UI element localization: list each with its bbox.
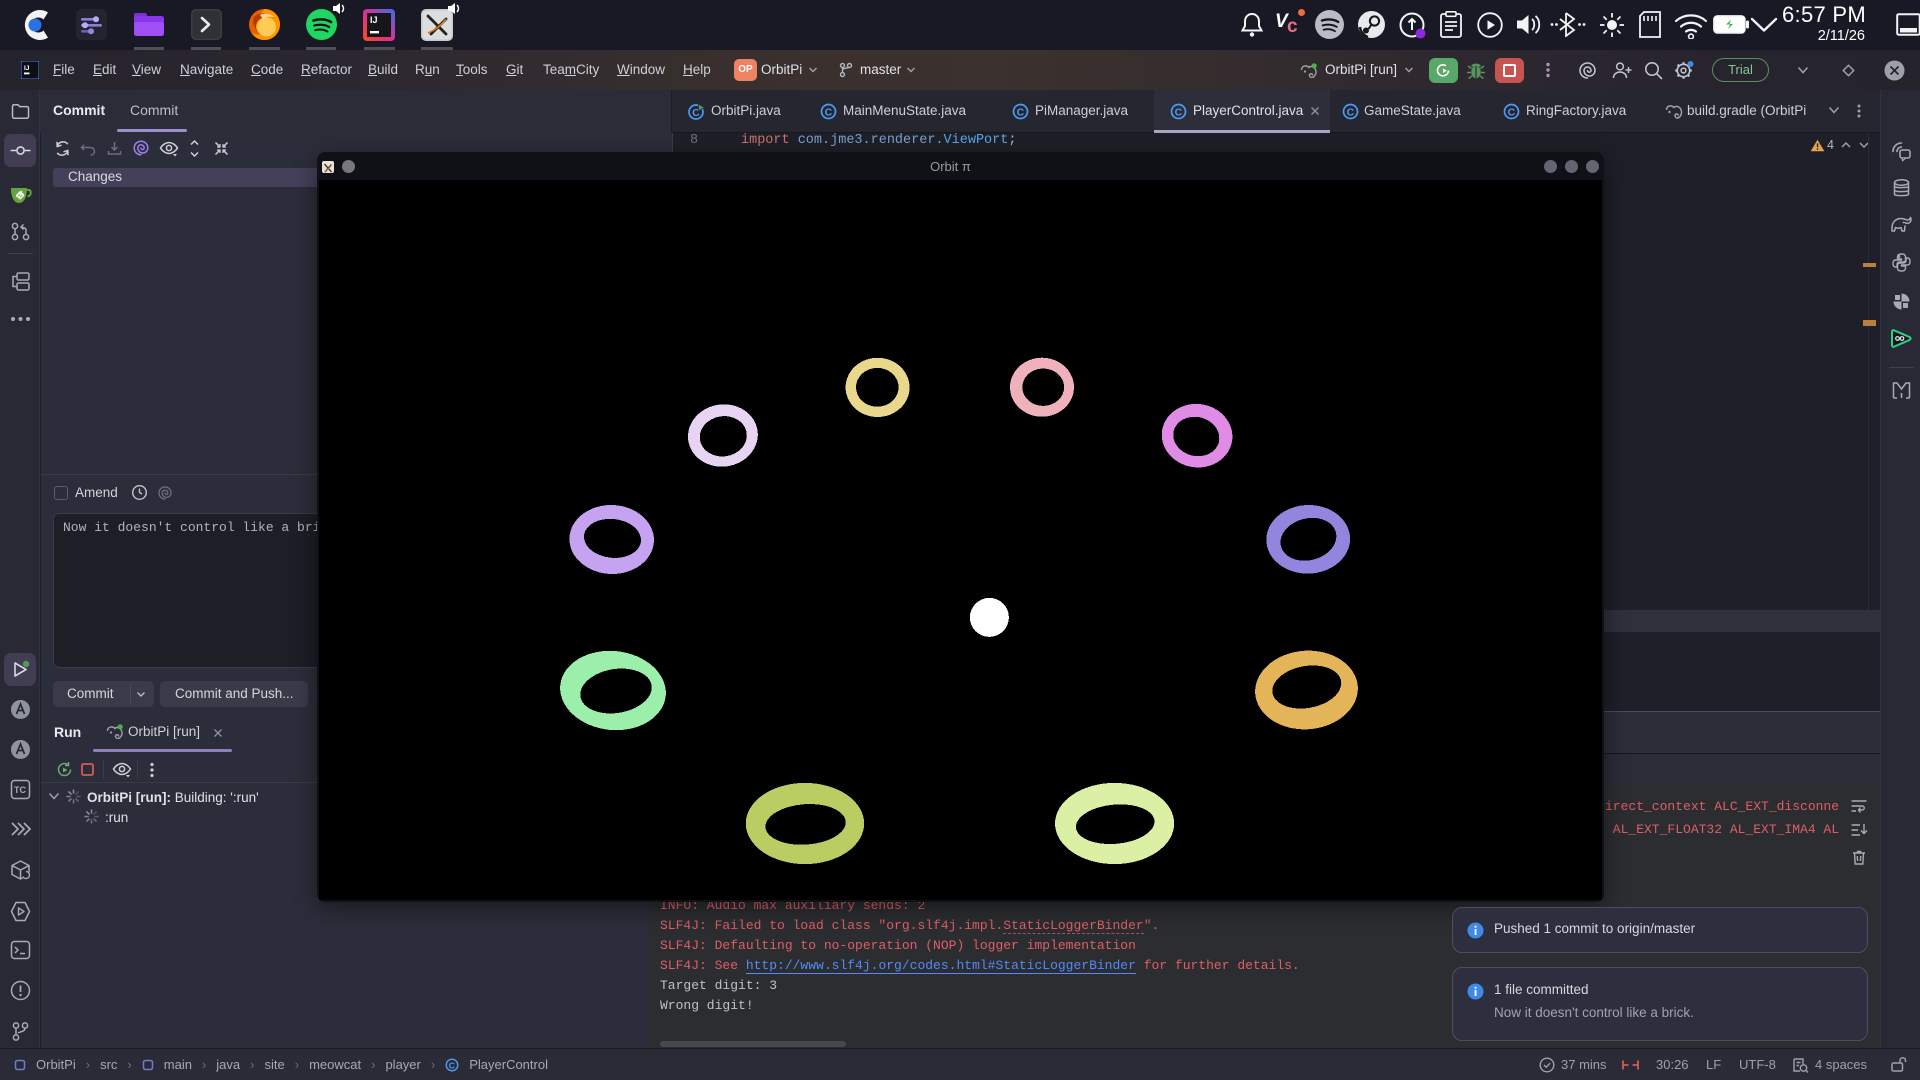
svg-text:C: C [1347,107,1355,119]
svg-text:TC: TC [14,785,26,795]
svg-text:C: C [1508,107,1516,119]
svg-text:C: C [1175,107,1183,119]
svg-text:C: C [825,107,833,119]
svg-text:IJ: IJ [24,65,30,72]
svg-text:C: C [1017,107,1025,119]
svg-text:C: C [449,1060,455,1070]
svg-text:IJ: IJ [370,15,378,25]
